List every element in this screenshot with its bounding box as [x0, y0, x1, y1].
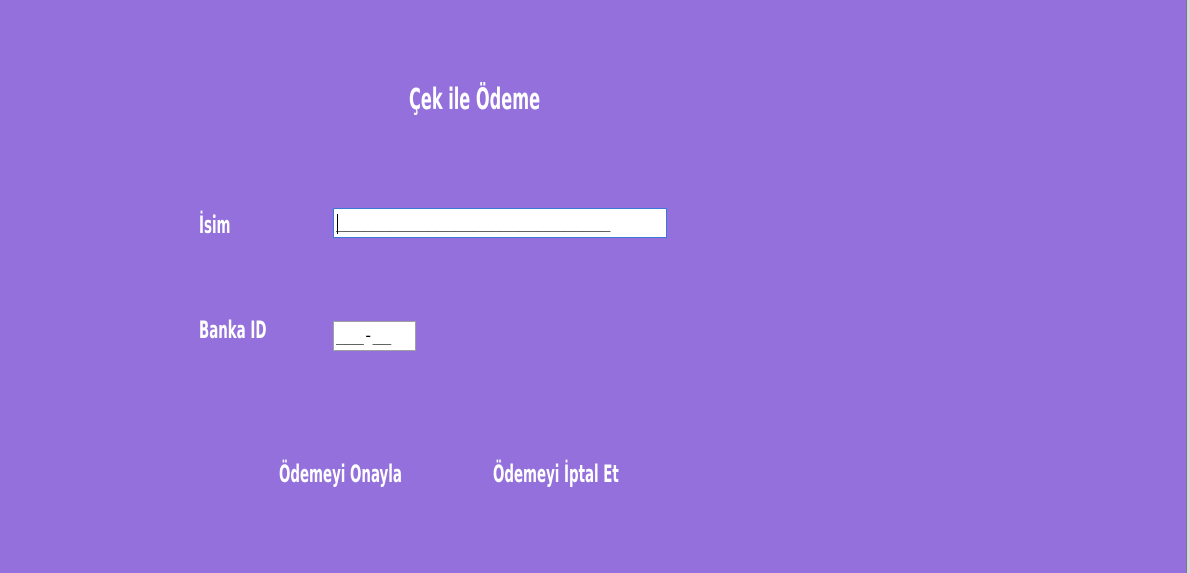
bank-id-input-mask: ___-__ [336, 326, 391, 345]
confirm-payment-button[interactable]: Ödemeyi Onayla [279, 460, 402, 488]
bank-id-label: Banka ID [199, 316, 267, 344]
name-input[interactable]: ______________________________ [333, 208, 667, 238]
payment-form-window: Çek ile Ödeme İsim _____________________… [0, 0, 1186, 573]
page-title: Çek ile Ödeme [409, 82, 541, 116]
name-input-mask: ______________________________ [336, 213, 610, 232]
bank-id-input[interactable]: ___-__ [333, 321, 416, 351]
cancel-payment-button[interactable]: Ödemeyi İptal Et [493, 460, 619, 488]
window-edge [1186, 0, 1190, 573]
name-label: İsim [199, 211, 231, 239]
